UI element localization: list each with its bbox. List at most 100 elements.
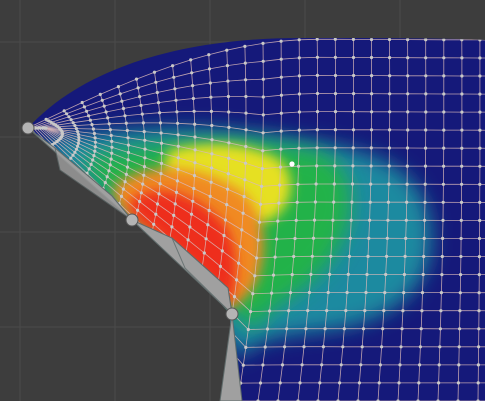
mesh-vertex[interactable] xyxy=(174,302,178,306)
mesh-vertex[interactable] xyxy=(315,38,319,41)
mesh-vertex[interactable] xyxy=(226,79,230,83)
mesh-vertex[interactable] xyxy=(232,295,237,299)
mesh-vertex[interactable] xyxy=(423,218,427,222)
mesh-vertex[interactable] xyxy=(310,254,314,258)
mesh-vertex[interactable] xyxy=(90,123,94,127)
mesh-vertex[interactable] xyxy=(260,184,264,188)
mesh-vertex[interactable] xyxy=(345,290,349,295)
mesh-vertex[interactable] xyxy=(279,129,283,133)
mesh-vertex[interactable] xyxy=(173,202,177,206)
mesh-vertex[interactable] xyxy=(369,164,373,168)
mesh-vertex[interactable] xyxy=(385,236,389,240)
mesh-vertex[interactable] xyxy=(476,381,480,385)
mesh-vertex[interactable] xyxy=(159,172,163,176)
mesh-vertex[interactable] xyxy=(62,109,66,113)
mesh-vertex[interactable] xyxy=(93,149,97,153)
mesh-vertex[interactable] xyxy=(298,381,302,385)
mesh-vertex[interactable] xyxy=(478,164,482,168)
mesh-vertex[interactable] xyxy=(400,327,404,331)
mesh-vertex[interactable] xyxy=(477,345,481,349)
mesh-vertex[interactable] xyxy=(241,363,245,367)
mesh-vertex[interactable] xyxy=(261,113,265,117)
mesh-vertex[interactable] xyxy=(359,363,363,367)
mesh-vertex[interactable] xyxy=(459,254,463,259)
mesh-vertex[interactable] xyxy=(155,90,159,95)
mesh-vertex[interactable] xyxy=(69,156,73,160)
mesh-vertex[interactable] xyxy=(155,294,159,298)
mesh-vertex[interactable] xyxy=(352,92,356,96)
mesh-vertex[interactable] xyxy=(123,252,127,256)
mesh-vertex[interactable] xyxy=(244,111,248,115)
mesh-vertex[interactable] xyxy=(341,345,345,349)
mesh-vertex[interactable] xyxy=(227,110,231,114)
mesh-vertex[interactable] xyxy=(142,263,146,267)
mesh-vertex[interactable] xyxy=(138,199,142,204)
mesh-surface[interactable] xyxy=(26,38,485,401)
mesh-vertex[interactable] xyxy=(107,169,111,173)
mesh-vertex[interactable] xyxy=(238,245,242,249)
mesh-vertex[interactable] xyxy=(126,150,130,155)
mesh-vertex[interactable] xyxy=(123,114,127,118)
mesh-vertex[interactable] xyxy=(176,156,180,160)
mesh-vertex[interactable] xyxy=(311,236,316,240)
mesh-vertex[interactable] xyxy=(128,234,132,239)
mesh-vertex[interactable] xyxy=(176,121,180,125)
mesh-vertex[interactable] xyxy=(207,53,211,57)
mesh-vertex[interactable] xyxy=(71,153,75,157)
mesh-vertex[interactable] xyxy=(478,110,482,114)
mesh-vertex[interactable] xyxy=(458,291,462,295)
mesh-vertex[interactable] xyxy=(476,363,480,367)
mesh-vertex[interactable] xyxy=(186,238,190,242)
mesh-vertex[interactable] xyxy=(91,158,95,162)
mesh-vertex[interactable] xyxy=(378,363,382,367)
mesh-vertex[interactable] xyxy=(193,148,197,152)
mesh-vertex[interactable] xyxy=(333,146,337,150)
mesh-vertex[interactable] xyxy=(323,327,327,331)
mesh-vertex[interactable] xyxy=(195,293,200,298)
mesh-vertex[interactable] xyxy=(424,128,428,132)
mesh-vertex[interactable] xyxy=(243,44,247,49)
mesh-vertex[interactable] xyxy=(460,164,464,168)
mesh-vertex[interactable] xyxy=(93,145,97,149)
mesh-vertex[interactable] xyxy=(158,182,162,186)
mesh-vertex[interactable] xyxy=(440,273,444,277)
mesh-vertex[interactable] xyxy=(74,127,78,131)
mesh-vertex[interactable] xyxy=(96,198,100,202)
mesh-vertex[interactable] xyxy=(388,56,392,60)
mesh-vertex[interactable] xyxy=(439,309,443,313)
mesh-vertex[interactable] xyxy=(244,144,248,149)
mesh-vertex[interactable] xyxy=(399,345,403,349)
mesh-vertex[interactable] xyxy=(424,92,428,96)
mesh-vertex[interactable] xyxy=(124,172,128,176)
mesh-vertex[interactable] xyxy=(279,75,283,79)
mesh-vertex[interactable] xyxy=(176,144,180,148)
mesh-vertex[interactable] xyxy=(388,110,392,114)
mesh-vertex[interactable] xyxy=(328,272,332,276)
mesh-vertex[interactable] xyxy=(158,282,162,287)
mesh-vertex[interactable] xyxy=(116,85,120,89)
mesh-vertex[interactable] xyxy=(91,127,95,131)
mesh-vertex[interactable] xyxy=(424,56,428,60)
viewport-canvas[interactable] xyxy=(0,0,485,401)
mesh-vertex[interactable] xyxy=(367,236,371,240)
mesh-vertex[interactable] xyxy=(261,95,265,99)
mesh-vertex[interactable] xyxy=(424,110,428,114)
mesh-vertex[interactable] xyxy=(210,138,214,142)
mesh-vertex[interactable] xyxy=(350,182,355,186)
mesh-vertex[interactable] xyxy=(192,174,197,178)
mesh-vertex[interactable] xyxy=(342,327,346,331)
mesh-vertex[interactable] xyxy=(110,151,114,155)
mesh-vertex[interactable] xyxy=(126,158,130,162)
mesh-vertex[interactable] xyxy=(121,187,125,191)
mesh-vertex[interactable] xyxy=(278,381,282,385)
mesh-vertex[interactable] xyxy=(369,38,374,42)
mesh-vertex[interactable] xyxy=(320,363,324,367)
mesh-vertex[interactable] xyxy=(365,272,369,277)
mesh-vertex[interactable] xyxy=(383,291,387,295)
mesh-vertex[interactable] xyxy=(152,222,156,226)
mesh-vertex[interactable] xyxy=(74,147,79,151)
mesh-vertex[interactable] xyxy=(307,290,311,295)
mesh-vertex[interactable] xyxy=(349,218,353,222)
mesh-vertex[interactable] xyxy=(306,309,310,313)
mesh-vertex[interactable] xyxy=(460,182,464,186)
